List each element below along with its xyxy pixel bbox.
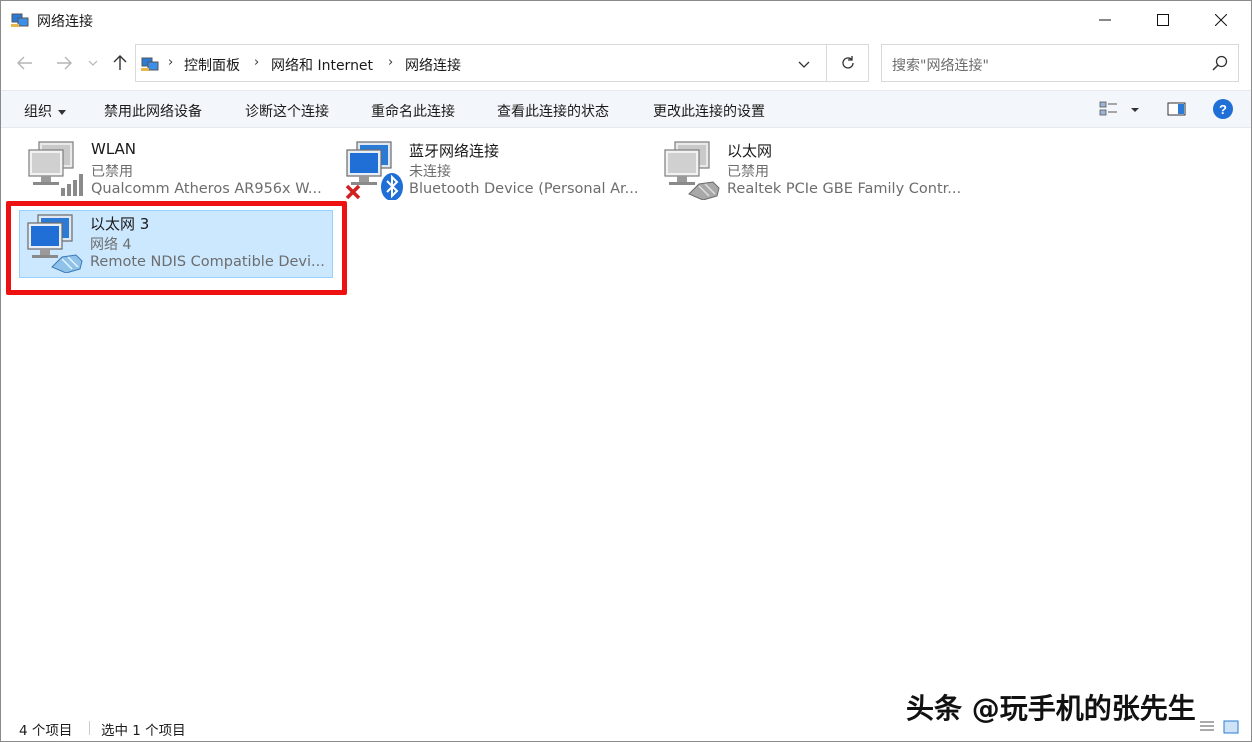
breadcrumb-separator-icon: › bbox=[254, 55, 260, 70]
title-bar: 网络连接 bbox=[1, 1, 1251, 41]
arrow-left-icon bbox=[17, 56, 32, 70]
minimize-button[interactable] bbox=[1076, 1, 1134, 39]
status-divider bbox=[89, 721, 90, 735]
maximize-icon bbox=[1157, 14, 1169, 26]
large-icons-view-icon[interactable] bbox=[1223, 719, 1239, 735]
window: 网络连接 › 控制面板 › 网络和 Internet › 网络连接 搜索"网络连… bbox=[0, 0, 1252, 742]
change-settings-button[interactable]: 更改此连接的设置 bbox=[653, 101, 765, 121]
connection-item-bluetooth[interactable]: 蓝牙网络连接 未连接 Bluetooth Device (Personal Ar… bbox=[339, 138, 659, 204]
watermark-text: 头条 @玩手机的张先生 bbox=[906, 692, 1196, 725]
up-button[interactable] bbox=[109, 51, 131, 75]
connection-status: 已禁用 bbox=[91, 164, 133, 180]
breadcrumb-control-panel[interactable]: 控制面板 bbox=[184, 55, 240, 75]
close-icon bbox=[1215, 14, 1227, 26]
window-title: 网络连接 bbox=[37, 14, 93, 30]
breadcrumb-network-connections[interactable]: 网络连接 bbox=[405, 55, 461, 75]
navigation-bar: › 控制面板 › 网络和 Internet › 网络连接 搜索"网络连接" bbox=[1, 41, 1251, 85]
address-bar[interactable]: › 控制面板 › 网络和 Internet › 网络连接 bbox=[135, 44, 827, 82]
wifi-adapter-icon bbox=[28, 141, 83, 196]
arrow-up-icon bbox=[113, 55, 127, 70]
chevron-down-icon bbox=[798, 61, 810, 68]
organize-button[interactable]: 组织 bbox=[24, 101, 66, 121]
rename-button[interactable]: 重命名此连接 bbox=[371, 101, 455, 121]
item-count: 4 个项目 bbox=[19, 723, 73, 739]
connection-name: 蓝牙网络连接 bbox=[409, 142, 500, 160]
connection-status: 未连接 bbox=[409, 164, 451, 180]
connection-name: 以太网 bbox=[727, 142, 773, 160]
chevron-down-icon bbox=[88, 60, 98, 66]
refresh-button[interactable] bbox=[827, 44, 869, 82]
connection-status: 已禁用 bbox=[727, 164, 769, 180]
command-bar: 组织 禁用此网络设备 诊断这个连接 重命名此连接 查看此连接的状态 更改此连接的… bbox=[1, 90, 1251, 128]
connection-item-wlan[interactable]: WLAN 已禁用 Qualcomm Atheros AR956x W... bbox=[21, 138, 341, 204]
breadcrumb-network-internet[interactable]: 网络和 Internet bbox=[271, 55, 373, 75]
bluetooth-adapter-icon bbox=[345, 141, 403, 200]
search-box[interactable]: 搜索"网络连接" bbox=[881, 44, 1239, 82]
back-button[interactable] bbox=[14, 51, 36, 75]
recent-locations-button[interactable] bbox=[85, 51, 101, 75]
network-connections-icon bbox=[11, 13, 29, 27]
breadcrumb-separator-icon: › bbox=[388, 55, 394, 70]
selected-count: 选中 1 个项目 bbox=[101, 723, 186, 739]
close-button[interactable] bbox=[1192, 1, 1250, 39]
highlight-annotation-box bbox=[6, 201, 347, 295]
details-view-icon[interactable] bbox=[1199, 719, 1215, 735]
connection-device: Bluetooth Device (Personal Ar... bbox=[409, 181, 639, 197]
refresh-icon bbox=[841, 56, 854, 69]
breadcrumb-separator-icon: › bbox=[168, 55, 174, 70]
caret-down-icon bbox=[58, 109, 66, 115]
address-dropdown-button[interactable] bbox=[793, 55, 815, 73]
organize-label: 组织 bbox=[24, 104, 52, 120]
connection-name: WLAN bbox=[91, 140, 137, 158]
disable-device-button[interactable]: 禁用此网络设备 bbox=[104, 101, 202, 121]
preview-pane-icon[interactable] bbox=[1167, 100, 1187, 118]
connection-device: Qualcomm Atheros AR956x W... bbox=[91, 181, 322, 197]
connection-device: Realtek PCIe GBE Family Contr... bbox=[727, 181, 962, 197]
change-view-icon[interactable] bbox=[1099, 100, 1119, 118]
help-icon[interactable]: ? bbox=[1213, 99, 1233, 119]
forward-button[interactable] bbox=[53, 51, 75, 75]
view-status-button[interactable]: 查看此连接的状态 bbox=[497, 101, 609, 121]
view-options-chevron-icon[interactable] bbox=[1129, 100, 1141, 118]
diagnose-button[interactable]: 诊断这个连接 bbox=[245, 101, 329, 121]
search-icon bbox=[1212, 55, 1228, 71]
arrow-right-icon bbox=[57, 56, 72, 70]
maximize-button[interactable] bbox=[1134, 1, 1192, 39]
network-connections-icon bbox=[141, 57, 159, 71]
connection-item-ethernet[interactable]: 以太网 已禁用 Realtek PCIe GBE Family Contr... bbox=[657, 138, 977, 204]
minimize-icon bbox=[1099, 19, 1111, 21]
ethernet-adapter-icon bbox=[664, 141, 720, 200]
search-input[interactable]: 搜索"网络连接" bbox=[892, 55, 989, 75]
